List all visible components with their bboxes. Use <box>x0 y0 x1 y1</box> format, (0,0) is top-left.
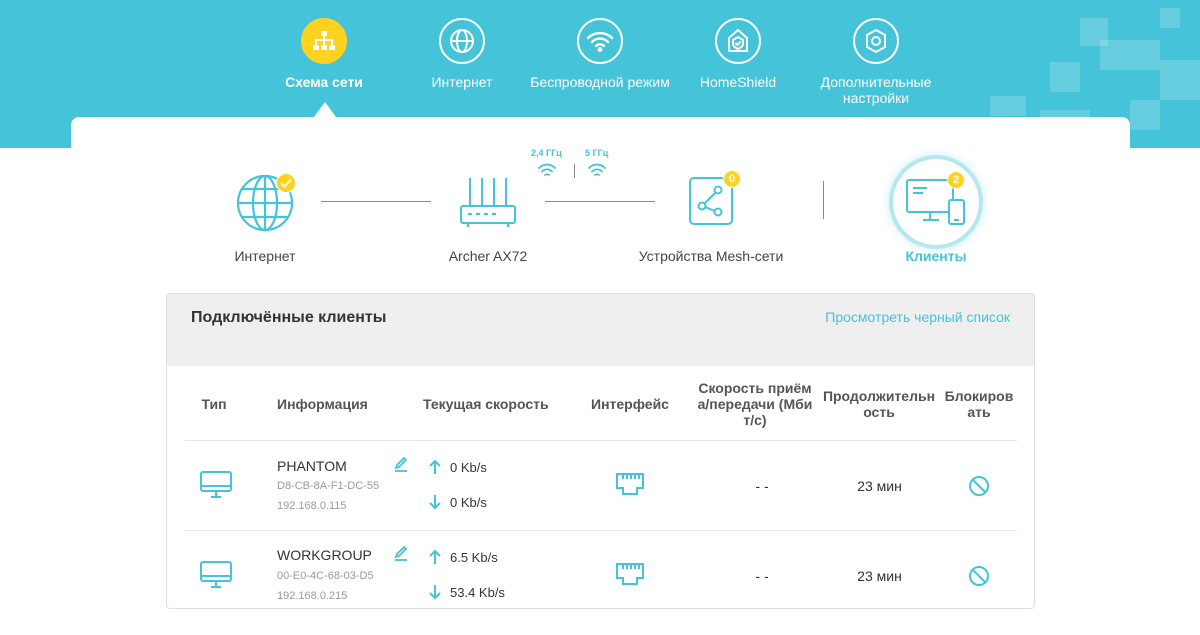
router-icon <box>460 178 516 227</box>
edit-icon[interactable] <box>393 545 409 561</box>
connection-duration: 23 мин <box>857 568 902 584</box>
topology-clients-label: Клиенты <box>905 248 967 264</box>
topology-mesh[interactable]: Устройства Mesh-сети <box>628 176 794 264</box>
nav-wireless[interactable]: Беспроводной режим <box>530 18 670 90</box>
column-header-duration-line: ость <box>863 404 895 420</box>
upload-speed: 6.5 Kb/s <box>428 549 498 565</box>
nav-label: HomeShield <box>699 74 777 90</box>
connection-line <box>321 201 431 202</box>
column-header-duration-line: Продолжительн <box>822 388 936 404</box>
mesh-count-badge: 0 <box>723 170 741 188</box>
arrow-down-icon <box>429 495 441 510</box>
edit-icon[interactable] <box>393 456 409 472</box>
globe-icon <box>439 18 485 64</box>
nav-network-map[interactable]: Схема сети <box>254 18 394 90</box>
connected-clients-panel: Подключённые клиенты Просмотреть черный … <box>166 293 1035 609</box>
topology-internet-label: Интернет <box>234 248 296 264</box>
upload-speed: 0 Kb/s <box>428 459 487 475</box>
nav-label: Схема сети <box>285 74 363 90</box>
download-speed-value: 53.4 Kb/s <box>450 584 505 600</box>
connection-duration: 23 мин <box>857 478 902 494</box>
column-header-rate-line: а/передачи (Мби <box>697 396 813 412</box>
nav-label: Дополнительные настройки <box>820 74 932 106</box>
column-header-block-line: ать <box>967 404 991 420</box>
column-header-rate: Скорость приём а/передачи (Мби т/с) <box>687 380 823 428</box>
upload-speed-value: 0 Kb/s <box>450 459 487 475</box>
topology-router[interactable]: Archer AX72 <box>438 172 538 264</box>
column-header-speed: Текущая скорость <box>423 396 549 412</box>
topology-internet[interactable]: Интернет <box>214 172 316 264</box>
client-ip: 192.168.0.115 <box>277 500 347 512</box>
topology-clients[interactable] <box>893 159 979 245</box>
row-divider <box>185 530 1017 531</box>
active-tab-pointer <box>314 102 336 117</box>
arrow-up-icon <box>429 459 441 474</box>
column-header-rate-line: т/с) <box>743 412 767 428</box>
checkmark-icon <box>276 173 296 193</box>
download-speed-value: 0 Kb/s <box>450 494 487 510</box>
column-header-duration: Продолжительн ость <box>821 388 937 420</box>
band-5-label: 5 ГГц <box>585 148 609 158</box>
wifi-5-icon <box>588 163 606 176</box>
topology-mesh-label: Устройства Mesh-сети <box>638 248 784 264</box>
client-mac: D8-CB-8A-F1-DC-55 <box>277 480 380 492</box>
topology-divider <box>823 181 824 219</box>
arrow-down-icon <box>429 585 441 600</box>
band-divider <box>574 164 575 178</box>
decor-square <box>1160 8 1180 28</box>
client-ip: 192.168.0.215 <box>277 590 348 602</box>
decor-square <box>1130 100 1160 130</box>
row-divider <box>185 440 1017 441</box>
arrow-up-icon <box>429 549 441 564</box>
block-icon[interactable] <box>968 565 990 587</box>
desktop-icon <box>200 471 232 498</box>
decor-square <box>1160 60 1200 100</box>
nav-advanced[interactable]: Дополнительные настройки <box>806 18 946 106</box>
ethernet-port-icon <box>616 473 644 495</box>
network-map-icon <box>301 18 347 64</box>
client-name: WORKGROUP <box>277 547 372 563</box>
transfer-rate: - - <box>755 478 769 494</box>
column-header-block: Блокиров ать <box>939 388 1019 420</box>
view-blacklist-link[interactable]: Просмотреть черный список <box>825 309 1010 325</box>
panel-title: Подключённые клиенты <box>191 309 387 326</box>
nav-homeshield[interactable]: HomeShield <box>668 18 808 90</box>
nav-label: Беспроводной режим <box>530 74 670 90</box>
column-header-type: Тип <box>201 396 227 412</box>
column-header-interface: Интерфейс <box>591 396 669 412</box>
download-speed: 53.4 Kb/s <box>428 584 505 600</box>
ethernet-port-icon <box>616 563 644 585</box>
decor-square <box>1050 62 1080 92</box>
column-header-block-line: Блокиров <box>944 388 1014 404</box>
upload-speed-value: 6.5 Kb/s <box>450 549 498 565</box>
decor-square <box>990 96 1026 116</box>
block-icon[interactable] <box>968 475 990 497</box>
wifi-icon <box>577 18 623 64</box>
download-speed: 0 Kb/s <box>428 494 487 510</box>
column-header-info: Информация <box>277 396 368 412</box>
band-24-label: 2,4 ГГц <box>531 148 562 158</box>
topology-router-label: Archer AX72 <box>448 248 528 264</box>
panel-header: Подключённые клиенты Просмотреть черный … <box>167 294 1034 366</box>
nav-internet[interactable]: Интернет <box>392 18 532 90</box>
column-header-rate-line: Скорость приём <box>698 380 812 396</box>
client-name: PHANTOM <box>277 458 347 474</box>
nav-label: Интернет <box>431 74 493 90</box>
gear-icon <box>853 18 899 64</box>
wifi-24-icon <box>538 163 556 176</box>
transfer-rate: - - <box>755 568 769 584</box>
desktop-icon <box>200 561 232 588</box>
clients-count-badge: 2 <box>947 171 965 189</box>
client-mac: 00-E0-4C-68-03-D5 <box>277 570 374 582</box>
decor-square <box>1100 40 1160 70</box>
shield-home-icon <box>715 18 761 64</box>
